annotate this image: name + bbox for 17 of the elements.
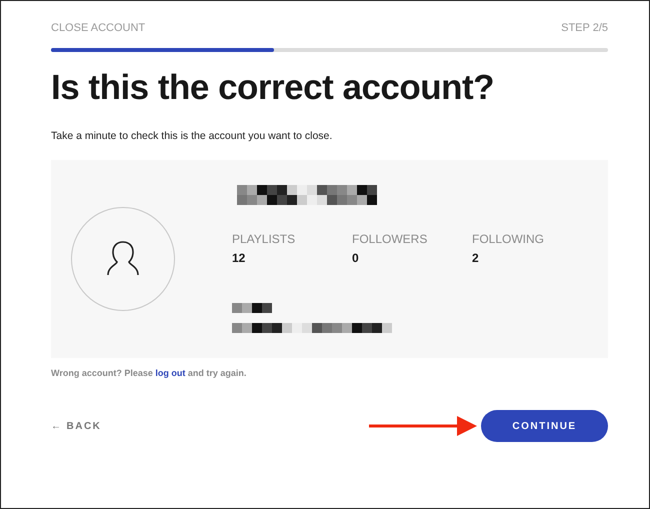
log-out-link[interactable]: log out bbox=[155, 368, 186, 378]
stat-label: FOLLOWERS bbox=[352, 232, 428, 246]
stat-value: 12 bbox=[232, 251, 246, 265]
redacted-text-drawing bbox=[232, 303, 272, 313]
step-counter: STEP 2/5 bbox=[561, 22, 608, 34]
stat-value: 0 bbox=[352, 251, 360, 265]
wrong-account-text: Wrong account? Please log out and try again. bbox=[51, 368, 248, 378]
user-icon bbox=[106, 241, 140, 277]
stat-label: PLAYLISTS bbox=[232, 232, 296, 246]
stat-label: FOLLOWING bbox=[472, 232, 546, 246]
stat-value: 2 bbox=[472, 251, 480, 265]
page-heading: Is this the correct account? bbox=[51, 68, 496, 108]
section-title: CLOSE ACCOUNT bbox=[51, 22, 146, 34]
back-link[interactable]: ← BACK bbox=[51, 420, 102, 432]
continue-button[interactable]: CONTINUE bbox=[481, 410, 608, 442]
intro-text: Take a minute to check this is the account you want to close. bbox=[51, 130, 334, 142]
arrow-annotation-icon bbox=[369, 416, 477, 436]
